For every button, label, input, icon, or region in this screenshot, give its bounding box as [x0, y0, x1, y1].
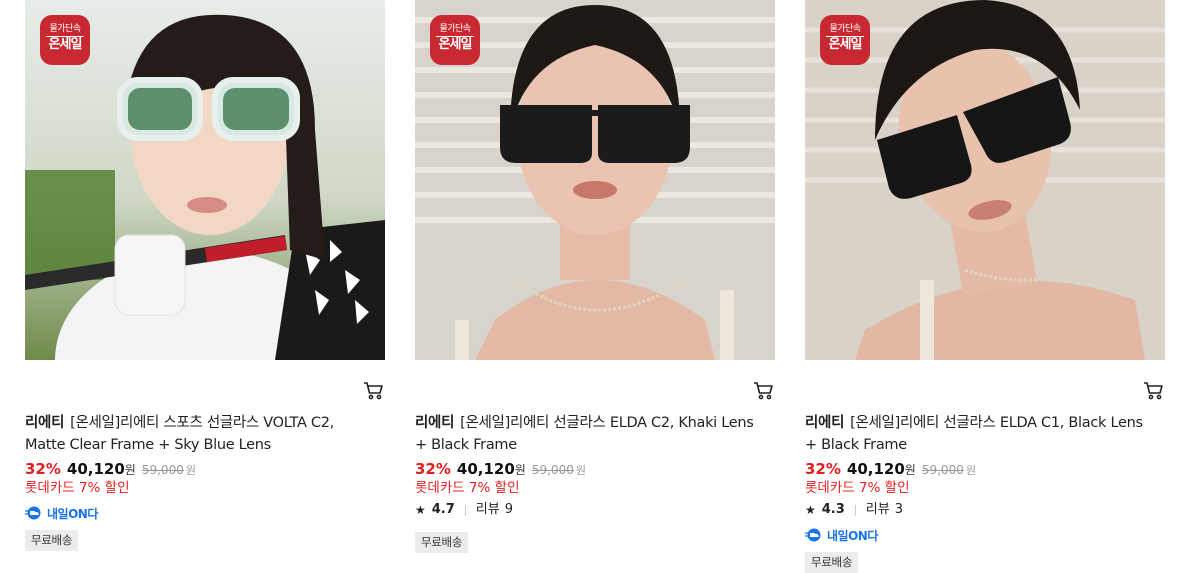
product-name: [온세일]리에티 선글라스 ELDA C2, Khaki Lens + Blac… [415, 415, 754, 453]
product-image[interactable]: 물가단속 온세일 [805, 0, 1165, 360]
card-discount: 롯데카드 7% 할인 [415, 480, 520, 496]
badge-top-text: 물가단속 [49, 24, 81, 34]
divider [854, 504, 856, 516]
rating-row: ★ 4.7 리뷰 9 [415, 500, 513, 520]
product-card[interactable]: 물가단속 온세일 리에티 [온세일]리에티 스포츠 선글라스 VOLTA C2, … [25, 0, 387, 551]
add-to-cart-button[interactable] [1143, 381, 1165, 401]
badge-top-text: 물가단속 [829, 24, 861, 34]
cart-icon [364, 382, 383, 400]
review-count: 3 [894, 502, 903, 517]
add-to-cart-button[interactable] [363, 381, 385, 401]
rating-score: 4.7 [431, 502, 455, 517]
delivery-label: 내일ON다 [47, 506, 98, 521]
free-shipping-tag: 무료배송 [805, 552, 859, 573]
rating-score: 4.3 [821, 502, 845, 517]
review-label: 리뷰 [475, 502, 500, 517]
original-price: 59,000 [921, 463, 964, 477]
badge-main-text: 온세일 [826, 36, 864, 53]
product-card[interactable]: 물가단속 온세일 리에티 [온세일]리에티 선글라스 ELDA C2, Khaki… [415, 0, 777, 553]
brand-name: 리에티 [805, 415, 845, 431]
price-unit: 원 [514, 463, 526, 477]
rating-row: ★ 4.3 리뷰 3 [805, 500, 903, 520]
card-discount: 롯데카드 7% 할인 [805, 480, 910, 496]
sale-price: 40,120 [66, 460, 125, 478]
free-shipping-tag: 무료배송 [25, 530, 79, 551]
product-title[interactable]: 리에티 [온세일]리에티 선글라스 ELDA C2, Khaki Lens + B… [415, 412, 765, 456]
price-unit: 원 [904, 463, 916, 477]
original-price: 59,000 [531, 463, 574, 477]
sale-price: 40,120 [456, 460, 515, 478]
discount-rate: 32% [805, 460, 841, 478]
badge-main-text: 온세일 [46, 36, 84, 53]
truck-icon [25, 506, 41, 520]
onsale-badge: 물가단속 온세일 [40, 15, 90, 65]
star-icon: ★ [805, 503, 816, 517]
delivery-label: 내일ON다 [827, 528, 878, 543]
discount-rate: 32% [25, 460, 61, 478]
truck-icon [805, 528, 821, 542]
onsale-badge: 물가단속 온세일 [430, 15, 480, 65]
badge-main-text: 온세일 [436, 36, 474, 53]
free-shipping-tag: 무료배송 [415, 532, 469, 553]
badge-top-text: 물가단속 [439, 24, 471, 34]
discount-rate: 32% [415, 460, 451, 478]
card-discount: 롯데카드 7% 할인 [25, 480, 130, 496]
original-price: 59,000 [141, 463, 184, 477]
product-image[interactable]: 물가단속 온세일 [25, 0, 385, 360]
review-count: 9 [504, 502, 513, 517]
product-title[interactable]: 리에티 [온세일]리에티 선글라스 ELDA C1, Black Lens + B… [805, 412, 1155, 456]
product-name: [온세일]리에티 스포츠 선글라스 VOLTA C2, Matte Clear … [25, 415, 334, 453]
onsale-badge: 물가단속 온세일 [820, 15, 870, 65]
cart-icon [754, 382, 773, 400]
product-card[interactable]: 물가단속 온세일 리에티 [온세일]리에티 선글라스 ELDA C1, Black… [805, 0, 1167, 573]
divider [464, 504, 466, 516]
price-unit: 원 [124, 463, 136, 477]
product-image[interactable]: 물가단속 온세일 [415, 0, 775, 360]
product-title[interactable]: 리에티 [온세일]리에티 스포츠 선글라스 VOLTA C2, Matte Cle… [25, 412, 375, 456]
brand-name: 리에티 [25, 415, 65, 431]
add-to-cart-button[interactable] [753, 381, 775, 401]
original-price-unit: 원 [965, 464, 976, 477]
delivery-badge: 내일ON다 [805, 526, 878, 544]
brand-name: 리에티 [415, 415, 455, 431]
original-price-unit: 원 [575, 464, 586, 477]
review-label: 리뷰 [865, 502, 890, 517]
delivery-badge: 내일ON다 [25, 504, 98, 522]
original-price-unit: 원 [185, 464, 196, 477]
star-icon: ★ [415, 503, 426, 517]
cart-icon [1144, 382, 1163, 400]
product-name: [온세일]리에티 선글라스 ELDA C1, Black Lens + Blac… [805, 415, 1143, 453]
sale-price: 40,120 [846, 460, 905, 478]
